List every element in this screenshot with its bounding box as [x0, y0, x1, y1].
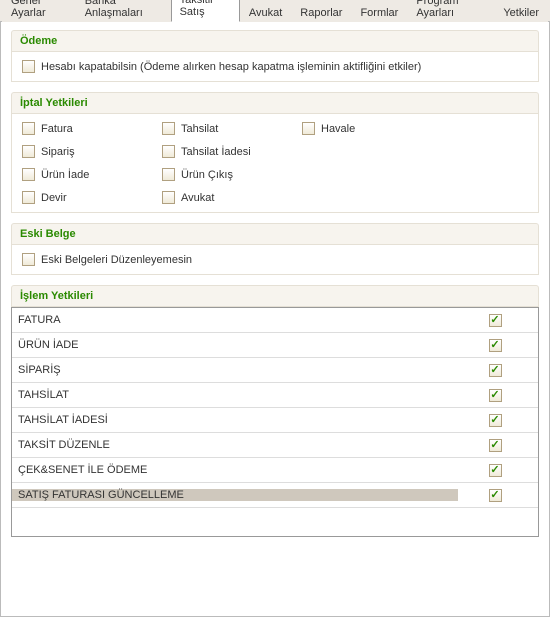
group-islem-title: İşlem Yetkileri — [11, 285, 539, 307]
list-row-label: ÜRÜN İADE — [12, 339, 458, 351]
tab-program-ayarlari[interactable]: Program Ayarları — [407, 0, 494, 22]
checkbox-hesabi-kapatabilsin[interactable] — [22, 60, 35, 73]
tab-formlar[interactable]: Formlar — [351, 3, 407, 22]
tab-content: Ödeme Hesabı kapatabilsin (Ödeme alırken… — [0, 22, 550, 617]
list-row-checkbox-cell — [458, 314, 538, 327]
list-row-checkbox-cell — [458, 389, 538, 402]
list-row-checkbox[interactable] — [489, 439, 502, 452]
checkbox-devir[interactable] — [22, 191, 35, 204]
list-row-checkbox-cell — [458, 414, 538, 427]
label-fatura: Fatura — [41, 123, 73, 135]
checkbox-fatura[interactable] — [22, 122, 35, 135]
list-row[interactable]: SİPARİŞ — [12, 358, 538, 383]
group-iptal-yetkileri: İptal Yetkileri Fatura Tahsilat Havale S… — [11, 92, 539, 213]
list-row-checkbox[interactable] — [489, 389, 502, 402]
label-siparis: Sipariş — [41, 146, 75, 158]
label-hesabi-kapatabilsin: Hesabı kapatabilsin (Ödeme alırken hesap… — [41, 61, 421, 73]
list-row-label: TAHSİLAT — [12, 389, 458, 401]
checkbox-siparis[interactable] — [22, 145, 35, 158]
checkbox-eski-belge-duzenleyemesin[interactable] — [22, 253, 35, 266]
checkbox-urun-iade[interactable] — [22, 168, 35, 181]
list-row-label: SİPARİŞ — [12, 364, 458, 376]
list-row-label: ÇEK&SENET İLE ÖDEME — [12, 464, 458, 476]
list-row[interactable]: TAHSİLAT — [12, 383, 538, 408]
label-eski-belge-duzenleyemesin: Eski Belgeleri Düzenleyemesin — [41, 254, 192, 266]
list-row-checkbox-cell — [458, 489, 538, 502]
list-row-label: SATIŞ FATURASI GÜNCELLEME — [12, 489, 458, 501]
list-row-checkbox-cell — [458, 364, 538, 377]
settings-window: Genel Ayarlar Banka Anlaşmaları Taksitli… — [0, 0, 550, 617]
label-urun-iade: Ürün İade — [41, 169, 89, 181]
tab-yetkiler[interactable]: Yetkiler — [494, 3, 548, 22]
list-row-label: TAHSİLAT İADESİ — [12, 414, 458, 426]
list-row-label: FATURA — [12, 314, 458, 326]
label-avukat: Avukat — [181, 192, 214, 204]
list-row-checkbox-cell — [458, 339, 538, 352]
group-odeme: Ödeme Hesabı kapatabilsin (Ödeme alırken… — [11, 30, 539, 82]
label-havale: Havale — [321, 123, 355, 135]
list-row-checkbox[interactable] — [489, 364, 502, 377]
tab-avukat[interactable]: Avukat — [240, 3, 291, 22]
list-row-checkbox[interactable] — [489, 464, 502, 477]
group-eski-belge: Eski Belge Eski Belgeleri Düzenleyemesin — [11, 223, 539, 275]
checkbox-urun-cikis[interactable] — [162, 168, 175, 181]
tab-genel-ayarlar[interactable]: Genel Ayarlar — [2, 0, 76, 22]
list-row[interactable]: FATURA — [12, 308, 538, 333]
list-row[interactable]: TAKSİT DÜZENLE — [12, 433, 538, 458]
list-row-checkbox[interactable] — [489, 339, 502, 352]
checkbox-avukat[interactable] — [162, 191, 175, 204]
tab-taksitli-satis[interactable]: Taksitli Satış — [171, 0, 240, 22]
label-tahsilat-iadesi: Tahsilat İadesi — [181, 146, 251, 158]
list-row[interactable]: ÇEK&SENET İLE ÖDEME — [12, 458, 538, 483]
list-row[interactable]: ÜRÜN İADE — [12, 333, 538, 358]
label-urun-cikis: Ürün Çıkış — [181, 169, 233, 181]
list-row-checkbox-cell — [458, 439, 538, 452]
label-devir: Devir — [41, 192, 67, 204]
checkbox-tahsilat[interactable] — [162, 122, 175, 135]
list-row-checkbox[interactable] — [489, 489, 502, 502]
list-row[interactable]: SATIŞ FATURASI GÜNCELLEME — [12, 483, 538, 508]
tab-bar: Genel Ayarlar Banka Anlaşmaları Taksitli… — [0, 0, 550, 22]
group-odeme-title: Ödeme — [11, 30, 539, 52]
checkbox-tahsilat-iadesi[interactable] — [162, 145, 175, 158]
islem-list[interactable]: FATURA ÜRÜN İADE SİPARİŞ TAHSİLAT TAHSİLAT İ… — [11, 307, 539, 537]
list-row-label: TAKSİT DÜZENLE — [12, 439, 458, 451]
label-tahsilat: Tahsilat — [181, 123, 218, 135]
group-eski-belge-title: Eski Belge — [11, 223, 539, 245]
tab-banka-anlasmalari[interactable]: Banka Anlaşmaları — [76, 0, 171, 22]
list-row[interactable]: TAHSİLAT İADESİ — [12, 408, 538, 433]
list-row-checkbox[interactable] — [489, 314, 502, 327]
list-row-checkbox[interactable] — [489, 414, 502, 427]
group-iptal-title: İptal Yetkileri — [11, 92, 539, 114]
list-row-checkbox-cell — [458, 464, 538, 477]
checkbox-havale[interactable] — [302, 122, 315, 135]
tab-raporlar[interactable]: Raporlar — [291, 3, 351, 22]
group-islem-yetkileri: İşlem Yetkileri FATURA ÜRÜN İADE SİPARİŞ TA… — [11, 285, 539, 537]
